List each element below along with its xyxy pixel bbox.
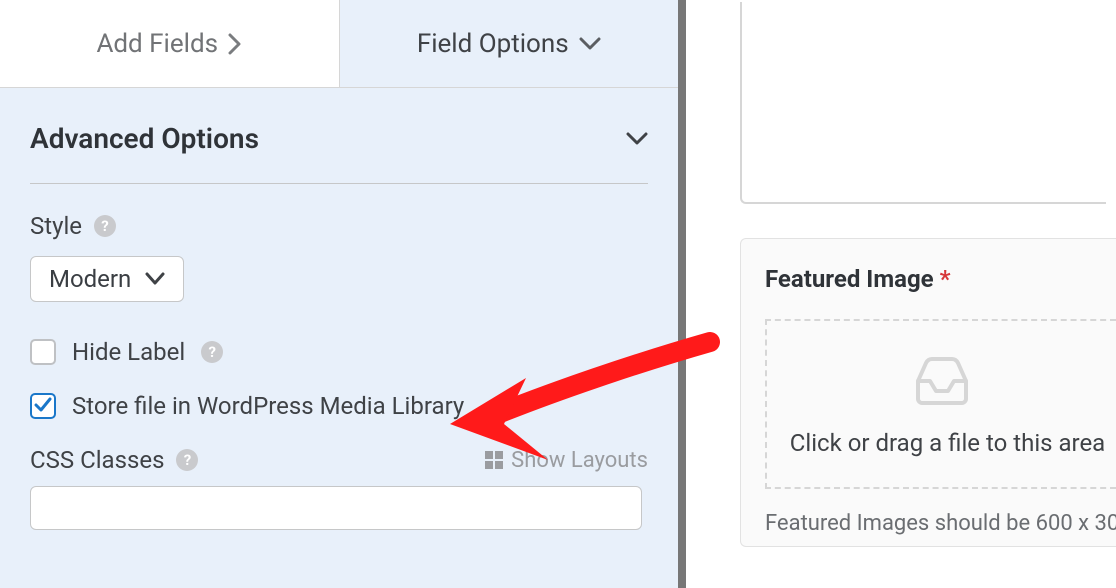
advanced-options-toggle[interactable]: Advanced Options: [30, 122, 648, 155]
inbox-icon: [912, 357, 972, 405]
featured-image-label: Featured Image: [765, 265, 934, 293]
panel-divider[interactable]: [678, 0, 686, 588]
panel-gap: [686, 0, 740, 588]
show-layouts-button[interactable]: Show Layouts: [485, 448, 648, 473]
preview-textarea[interactable]: [740, 2, 1106, 204]
style-select[interactable]: Modern: [30, 256, 184, 302]
show-layouts-label: Show Layouts: [511, 448, 648, 473]
upload-dropzone[interactable]: Click or drag a file to this area: [765, 319, 1116, 489]
divider: [30, 183, 648, 184]
featured-image-helper: Featured Images should be 600 x 300: [765, 511, 1116, 536]
store-media-text: Store file in WordPress Media Library: [72, 392, 464, 420]
chevron-down-icon: [626, 132, 648, 146]
help-icon[interactable]: ?: [176, 449, 198, 471]
css-classes-input[interactable]: [30, 486, 642, 530]
tab-label: Field Options: [417, 29, 569, 59]
help-icon[interactable]: ?: [201, 341, 223, 363]
style-label: Style: [30, 212, 82, 240]
grid-icon: [485, 451, 503, 469]
hide-label-checkbox[interactable]: [30, 339, 56, 365]
tab-field-options[interactable]: Field Options: [340, 0, 679, 87]
help-icon[interactable]: ?: [94, 215, 116, 237]
chevron-down-icon: [145, 272, 165, 286]
dropzone-text: Click or drag a file to this area: [767, 429, 1116, 457]
tab-add-fields[interactable]: Add Fields: [0, 0, 340, 87]
style-select-value: Modern: [49, 265, 131, 293]
css-classes-label: CSS Classes: [30, 446, 164, 474]
store-media-checkbox[interactable]: [30, 393, 56, 419]
check-icon: [34, 392, 52, 420]
chevron-down-icon: [579, 37, 601, 51]
featured-image-field: Featured Image * Click or drag a file to…: [740, 238, 1116, 547]
required-indicator: *: [940, 265, 951, 293]
hide-label-text: Hide Label: [72, 338, 185, 366]
tab-label: Add Fields: [96, 29, 218, 59]
chevron-right-icon: [228, 33, 242, 55]
advanced-options-title: Advanced Options: [30, 122, 259, 155]
